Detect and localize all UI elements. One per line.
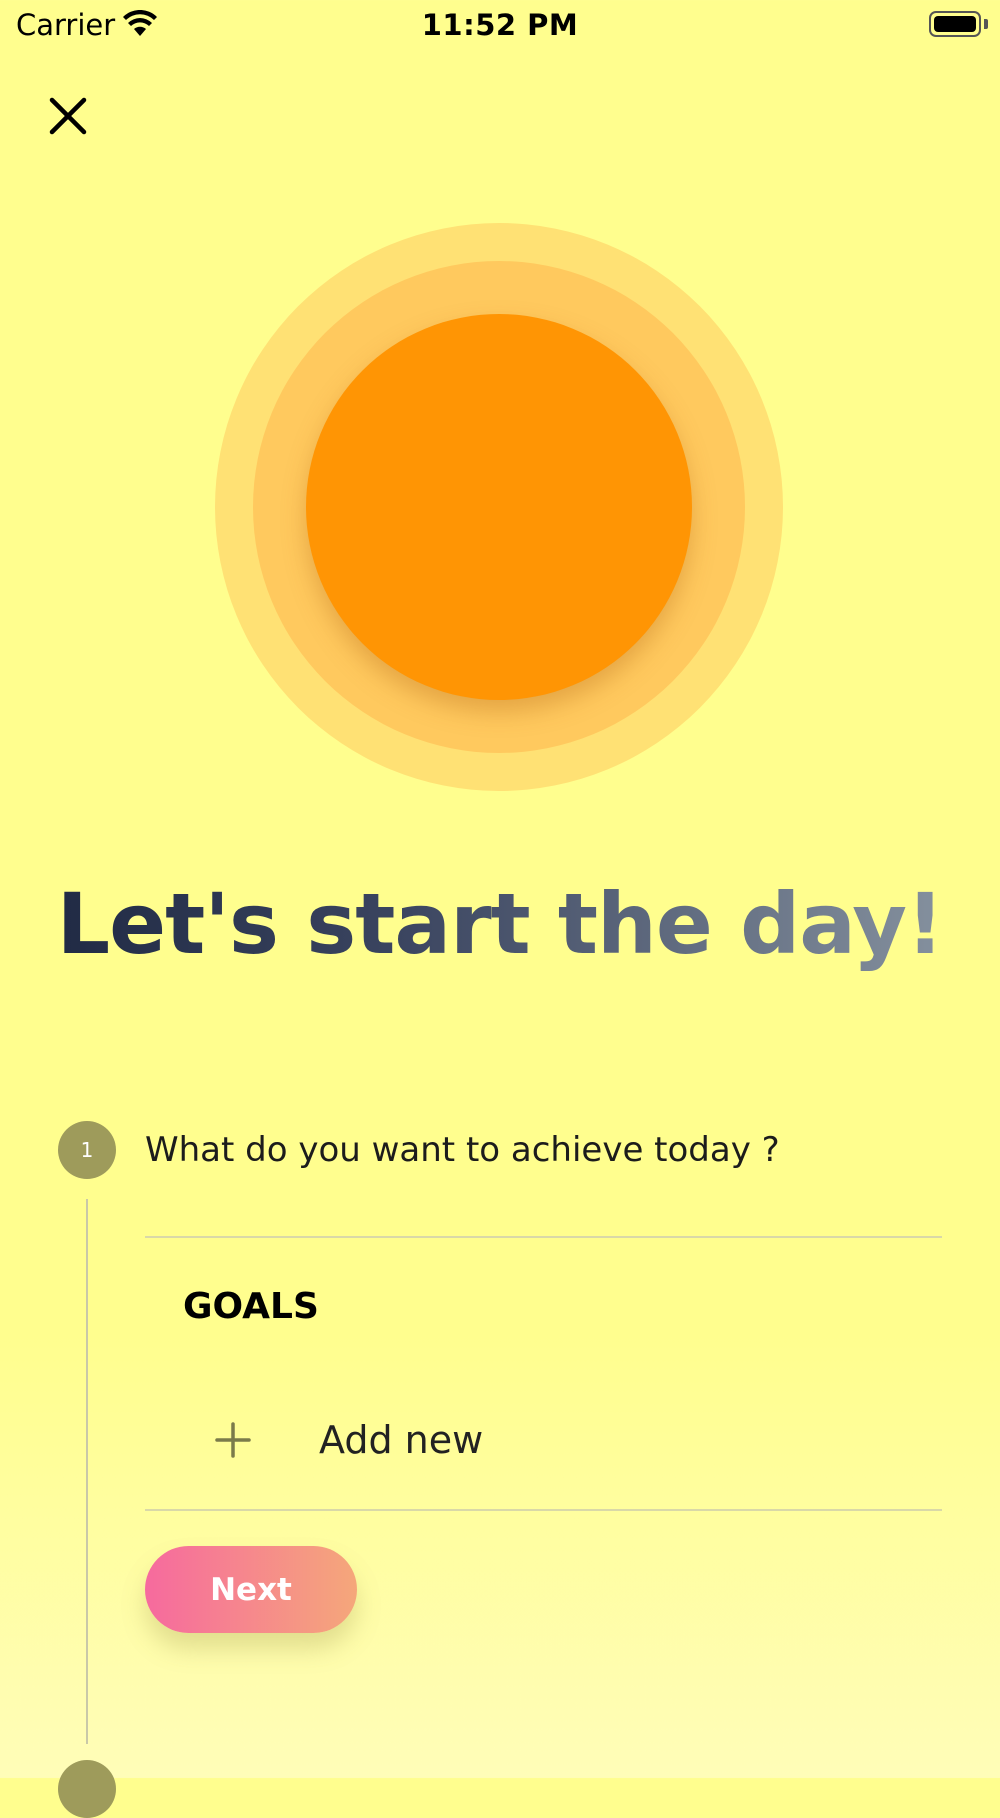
step-timeline-line (86, 1199, 88, 1744)
plus-icon (215, 1422, 251, 1458)
step-question: What do you want to achieve today ? (145, 1130, 780, 1170)
battery-nub (984, 19, 988, 29)
sun-illustration (215, 223, 783, 791)
goals-section-title: GOALS (183, 1286, 319, 1327)
page-title: Let's start the day! (0, 875, 1000, 973)
add-new-label: Add new (319, 1418, 484, 1462)
status-bar: Carrier 11:52 PM (0, 0, 1000, 52)
sun-core (306, 314, 692, 700)
next-step-badge (58, 1760, 116, 1818)
divider (145, 1236, 942, 1238)
next-button[interactable]: Next (145, 1546, 357, 1633)
battery-icon (929, 11, 981, 37)
sun-middle-ring (253, 261, 745, 753)
status-time: 11:52 PM (421, 8, 579, 42)
add-goal-button[interactable]: Add new (145, 1400, 942, 1480)
close-icon[interactable] (44, 92, 92, 140)
step-number-badge: 1 (58, 1121, 116, 1179)
divider (145, 1509, 942, 1511)
